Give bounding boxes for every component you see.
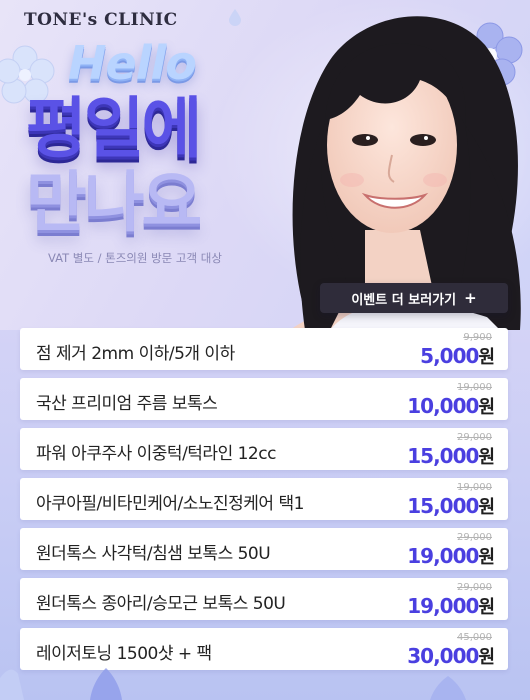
original-price: 29,000 — [457, 532, 492, 543]
sale-amount: 10,000 — [407, 394, 479, 418]
currency-suffix: 원 — [478, 347, 495, 368]
treatment-name: 점 제거 2mm 이하/5개 이하 — [36, 344, 235, 364]
original-price: 29,000 — [457, 432, 492, 443]
sale-amount: 15,000 — [407, 444, 479, 468]
sale-price: 15,000원 — [407, 493, 495, 519]
treatment-name: 아쿠아필/비타민케어/소노진정케어 택1 — [36, 494, 304, 514]
hello-heading: Hello — [68, 36, 197, 90]
treatment-name: 원더톡스 사각턱/침샘 보톡스 50U — [36, 544, 271, 564]
title-line-1: 평일에 — [26, 90, 202, 167]
price-row[interactable]: 원더톡스 종아리/승모근 보톡스 50U 29,000 19,000원 — [20, 578, 508, 620]
original-price: 19,000 — [457, 382, 492, 393]
plus-icon: + — [464, 289, 477, 307]
original-price: 45,000 — [457, 632, 492, 643]
original-price: 29,000 — [457, 582, 492, 593]
currency-suffix: 원 — [478, 547, 495, 568]
sale-amount: 19,000 — [407, 594, 479, 618]
treatment-name: 원더톡스 종아리/승모근 보톡스 50U — [36, 594, 286, 614]
currency-suffix: 원 — [478, 497, 495, 518]
hero-banner: TONE's CLINIC Hello 평일에 만나요 VAT 별도 / 톤즈의… — [0, 0, 530, 330]
sale-amount: 15,000 — [407, 494, 479, 518]
price-list: 점 제거 2mm 이하/5개 이하 9,900 5,000원 국산 프리미엄 주… — [20, 328, 508, 678]
currency-suffix: 원 — [478, 597, 495, 618]
original-price: 19,000 — [457, 482, 492, 493]
bottom-droplets-decoration — [0, 668, 466, 700]
vat-notice: VAT 별도 / 톤즈의원 방문 고객 대상 — [48, 251, 222, 265]
currency-suffix: 원 — [478, 397, 495, 418]
sale-amount: 5,000 — [420, 344, 479, 368]
more-events-button[interactable]: 이벤트 더 보러가기 + — [320, 283, 508, 313]
treatment-name: 국산 프리미엄 주름 보톡스 — [36, 394, 218, 414]
sale-amount: 19,000 — [407, 544, 479, 568]
treatment-name: 파워 아쿠주사 이중턱/턱라인 12cc — [36, 444, 276, 464]
sale-price: 19,000원 — [407, 543, 495, 569]
price-row[interactable]: 아쿠아필/비타민케어/소노진정케어 택1 19,000 15,000원 — [20, 478, 508, 520]
currency-suffix: 원 — [478, 447, 495, 468]
original-price: 9,900 — [463, 332, 492, 343]
droplet-decoration-small — [229, 9, 241, 26]
more-events-label: 이벤트 더 보러가기 — [351, 292, 457, 308]
title-line-2: 만나요 — [26, 164, 202, 241]
sale-price: 15,000원 — [407, 443, 495, 469]
sale-price: 5,000원 — [420, 343, 495, 369]
model-portrait — [290, 16, 521, 330]
sale-price: 10,000원 — [407, 393, 495, 419]
sale-price: 19,000원 — [407, 593, 495, 619]
clinic-logo: TONE's CLINIC — [24, 10, 178, 30]
price-row[interactable]: 점 제거 2mm 이하/5개 이하 9,900 5,000원 — [20, 328, 508, 370]
price-row[interactable]: 파워 아쿠주사 이중턱/턱라인 12cc 29,000 15,000원 — [20, 428, 508, 470]
price-row[interactable]: 원더톡스 사각턱/침샘 보톡스 50U 29,000 19,000원 — [20, 528, 508, 570]
price-row[interactable]: 국산 프리미엄 주름 보톡스 19,000 10,000원 — [20, 378, 508, 420]
